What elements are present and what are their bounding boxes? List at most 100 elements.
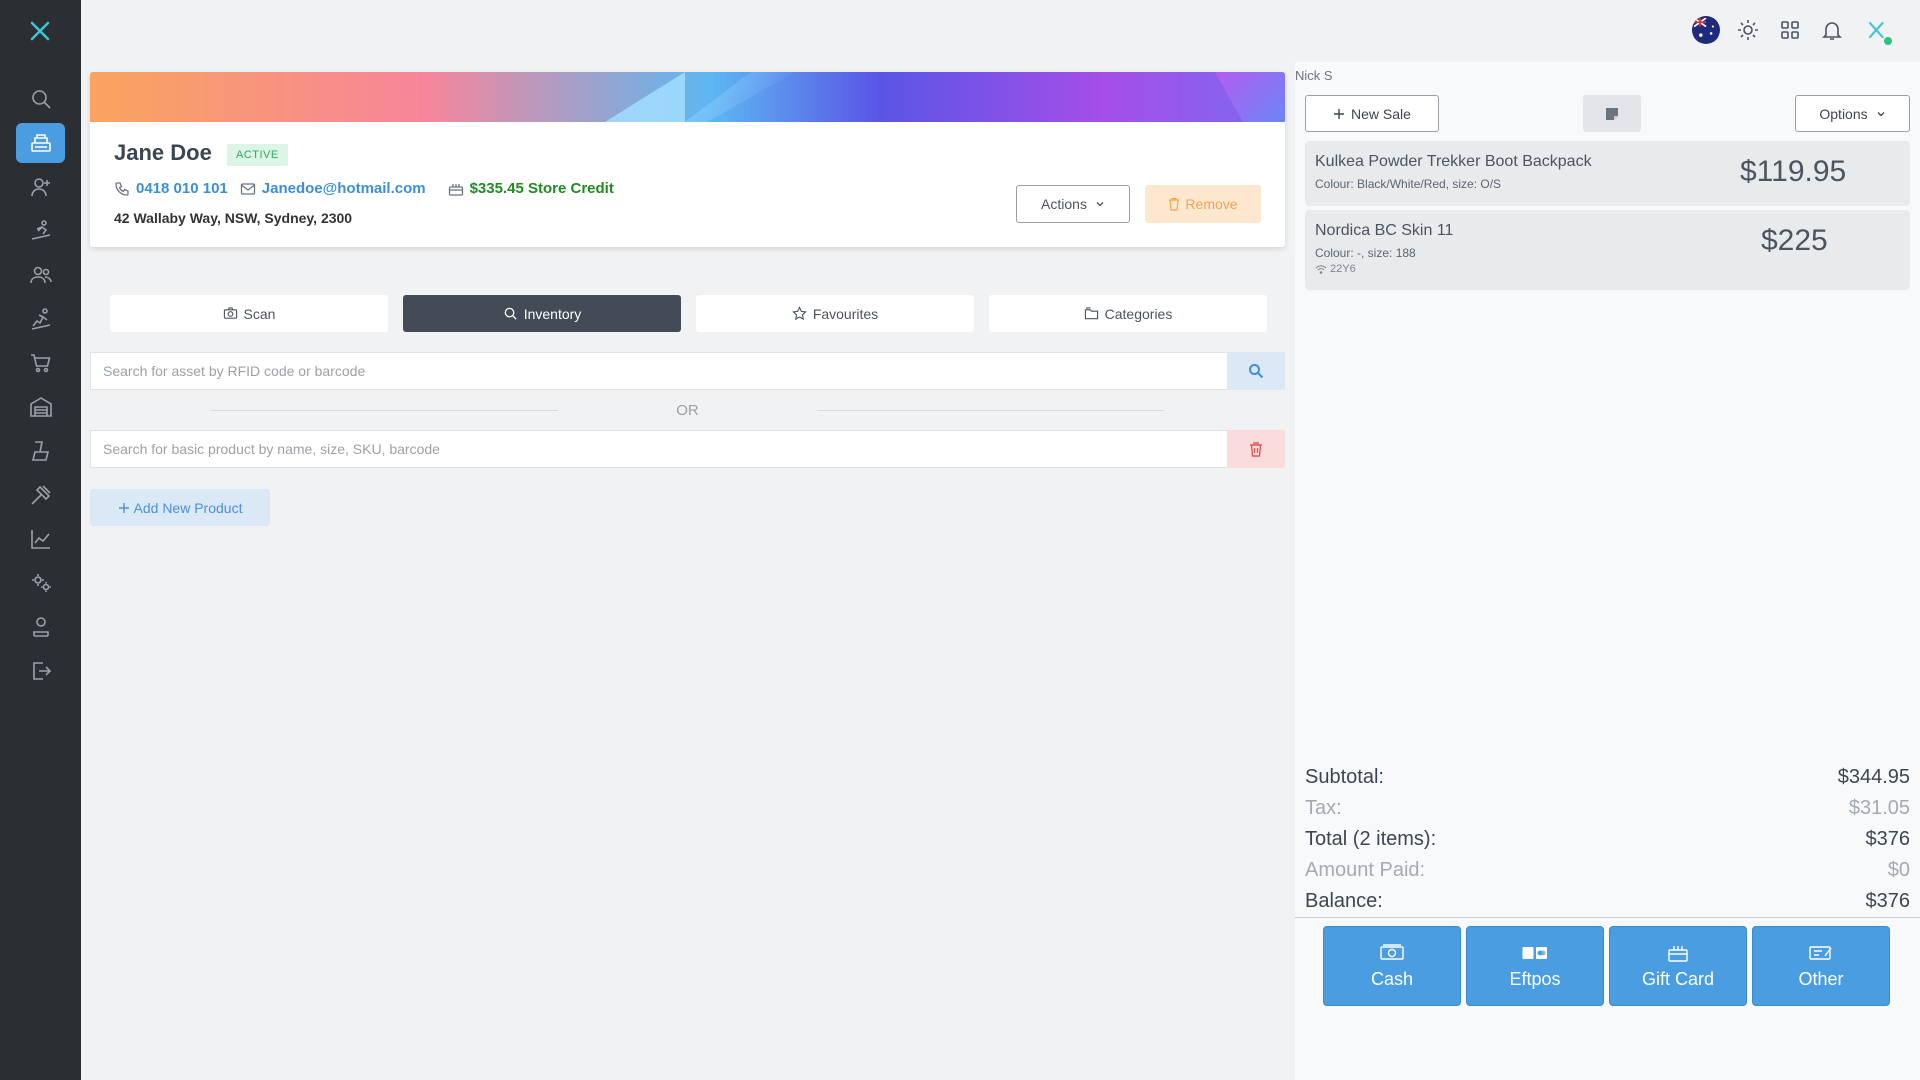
subtotal-value: $344.95 (1837, 766, 1910, 788)
logout-icon[interactable] (16, 651, 65, 691)
tab-categories[interactable]: Categories (989, 295, 1267, 332)
folder-icon (1084, 307, 1098, 320)
customer-phone[interactable]: 0418 010 101 (114, 180, 228, 197)
contact-row: 0418 010 101 Janedoe@hotmail.com $335.45… (114, 180, 626, 197)
email-text: Janedoe@hotmail.com (261, 180, 426, 197)
cash-icon (1380, 943, 1404, 960)
store-credit: $335.45 Store Credit (448, 180, 614, 197)
add-new-product-button[interactable]: Add New Product (90, 489, 270, 526)
sidebar (0, 0, 81, 1080)
online-status-dot (1884, 37, 1892, 45)
add-customer-icon[interactable] (16, 167, 65, 207)
item-description: Colour: -, size: 188 (1315, 246, 1416, 260)
actions-button[interactable]: Actions (1016, 185, 1130, 223)
item-description: Colour: Black/White/Red, size: O/S (1315, 177, 1502, 191)
inventory-icon[interactable] (16, 431, 65, 471)
balance-value: $376 (1865, 890, 1911, 912)
customer-card: Jane Doe ACTIVE 0418 010 101 Janedoe@hot… (90, 72, 1285, 247)
product-search-input[interactable] (90, 430, 1227, 468)
customer-email[interactable]: Janedoe@hotmail.com (240, 180, 426, 197)
search-icon (1249, 364, 1264, 379)
phone-icon (115, 181, 129, 196)
payment-buttons: Cash Eftpos Gift Card Other (1323, 926, 1890, 1006)
tools-icon[interactable] (16, 475, 65, 515)
cart-icon[interactable] (16, 343, 65, 383)
tab-favourites[interactable]: Favourites (696, 295, 974, 332)
staff-name: Nick S (1295, 68, 1333, 83)
customers-icon[interactable] (16, 255, 65, 295)
options-button[interactable]: Options (1795, 95, 1910, 132)
search-icon[interactable] (16, 79, 65, 119)
phone-text: 0418 010 101 (136, 180, 228, 197)
voucher-icon (1809, 945, 1832, 960)
eftpos-button[interactable]: Eftpos (1466, 926, 1604, 1006)
product-search-row (90, 430, 1285, 468)
service-icon[interactable] (16, 299, 65, 339)
total-label: Total (2 items): (1305, 828, 1437, 850)
register-icon[interactable] (16, 123, 65, 163)
rfid-search-button[interactable] (1227, 352, 1285, 390)
reports-icon[interactable] (16, 519, 65, 559)
actions-label: Actions (1041, 196, 1087, 212)
note-icon (1606, 107, 1618, 120)
tab-inventory[interactable]: Inventory (403, 295, 681, 332)
balance-label: Balance: (1305, 890, 1383, 912)
amount-paid-label: Amount Paid: (1305, 859, 1426, 881)
cart-item[interactable]: Kulkea Powder Trekker Boot Backpack Colo… (1305, 141, 1910, 206)
divider (1295, 917, 1920, 918)
australia-flag-icon[interactable] (1692, 16, 1720, 44)
customer-address: 42 Wallaby Way, NSW, Sydney, 2300 (114, 210, 353, 226)
gift-card-button[interactable]: Gift Card (1609, 926, 1747, 1006)
star-icon (791, 306, 807, 321)
tab-label: Inventory (523, 305, 582, 322)
tab-scan[interactable]: Scan (110, 295, 388, 332)
clear-search-button[interactable] (1227, 430, 1285, 468)
tab-label: Favourites (812, 305, 879, 322)
close-x-logo[interactable] (25, 16, 55, 46)
options-label: Options (1819, 105, 1868, 122)
payment-label: Eftpos (1509, 968, 1561, 989)
tab-label: Scan (243, 305, 276, 322)
plus-icon (1334, 108, 1345, 119)
tax-row: Tax: $31.05 (1305, 793, 1910, 824)
tab-label: Categories (1104, 305, 1173, 322)
subtotal-label: Subtotal: (1305, 766, 1384, 788)
cash-button[interactable]: Cash (1323, 926, 1461, 1006)
total-value: $376 (1865, 828, 1911, 850)
brand-icon[interactable] (1860, 13, 1894, 47)
chevron-down-icon (1877, 111, 1885, 116)
search-icon (504, 307, 517, 320)
new-sale-button[interactable]: New Sale (1305, 95, 1439, 132)
note-button[interactable] (1583, 95, 1641, 132)
remove-button[interactable]: Remove (1145, 185, 1261, 223)
staff-icon[interactable] (16, 607, 65, 647)
other-payment-button[interactable]: Other (1752, 926, 1890, 1006)
payment-label: Gift Card (1641, 968, 1715, 989)
balance-row: Balance: $376 (1305, 886, 1910, 917)
bell-icon[interactable] (1818, 16, 1846, 44)
rfid-tag-text: 22Y6 (1330, 263, 1356, 275)
rfid-search-input[interactable] (90, 352, 1227, 390)
new-sale-label: New Sale (1351, 105, 1411, 122)
plus-icon (118, 502, 129, 513)
tax-value: $31.05 (1848, 797, 1910, 819)
card-icon (1522, 946, 1547, 959)
wifi-icon (1315, 265, 1327, 274)
rfid-search-row (90, 352, 1285, 390)
cart-item[interactable]: Nordica BC Skin 11 Colour: -, size: 188 … (1305, 210, 1910, 290)
customer-name: Jane Doe (114, 140, 212, 165)
payment-label: Other (1798, 968, 1844, 989)
item-name: Nordica BC Skin 11 (1315, 222, 1454, 239)
sun-icon[interactable] (1734, 16, 1762, 44)
gift-icon (1668, 945, 1688, 962)
sale-panel: Nick S New Sale Options Kulkea Powder Tr… (1295, 62, 1920, 1080)
or-text: OR (676, 401, 699, 419)
product-tabs: Scan Inventory Favourites Categories (110, 295, 1267, 332)
rental-icon[interactable] (16, 211, 65, 251)
or-divider: OR (210, 400, 1165, 420)
settings-icon[interactable] (16, 563, 65, 603)
grid-icon[interactable] (1776, 16, 1804, 44)
payment-label: Cash (1370, 968, 1414, 989)
warehouse-icon[interactable] (16, 387, 65, 427)
gift-icon (448, 183, 463, 196)
